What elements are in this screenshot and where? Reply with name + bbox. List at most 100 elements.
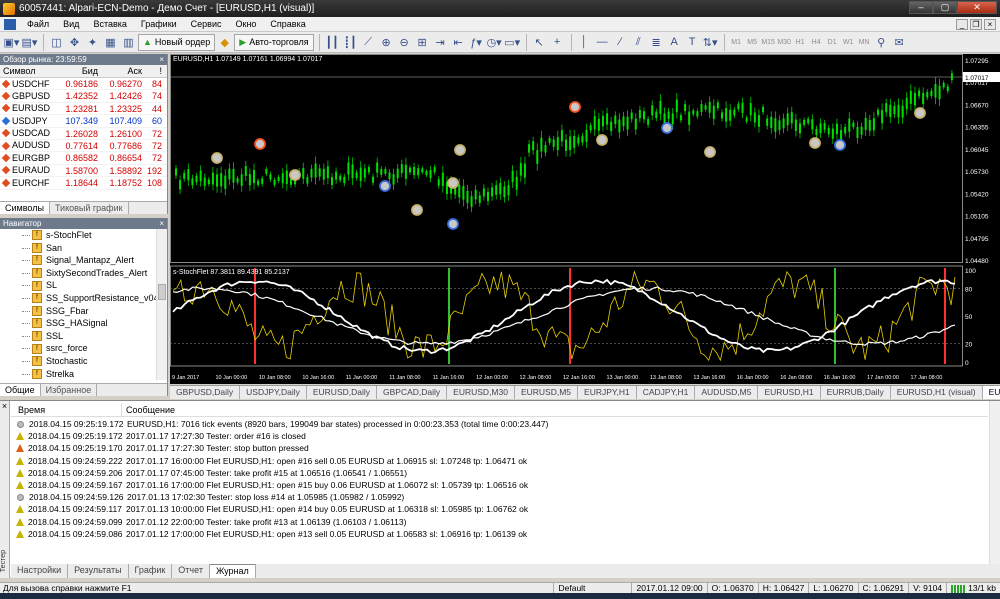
tab-graph[interactable]: График <box>129 564 173 578</box>
price-chart[interactable]: 1.07295 1.07017 1.06670 1.06355 1.06045 1.057… <box>170 54 1000 384</box>
chart-tab[interactable]: EURUSD,H1 (visual) <box>891 386 983 399</box>
chart-tab[interactable]: EURUSD,H1 <box>758 386 821 399</box>
timeframe-m5-button[interactable]: M5 <box>745 34 760 51</box>
chart-shift-icon[interactable]: ⇤ <box>450 34 467 51</box>
candlestick-icon[interactable]: ┋┃ <box>342 34 359 51</box>
metaeditor-icon[interactable]: ◆ <box>216 34 233 51</box>
market-watch-row[interactable]: EURUSD 1.23281 1.23325 44 <box>0 103 167 116</box>
chart-tab[interactable]: CADJPY,H1 <box>637 386 696 399</box>
close-icon[interactable]: × <box>159 54 164 65</box>
timeframe-h1-button[interactable]: H1 <box>793 34 808 51</box>
timeframe-w1-button[interactable]: W1 <box>841 34 856 51</box>
tab-report[interactable]: Отчет <box>172 564 210 578</box>
close-icon[interactable]: × <box>159 218 164 229</box>
navigator-scrollbar[interactable] <box>156 229 167 380</box>
menu-insert[interactable]: Вставка <box>86 17 133 32</box>
autoscroll-icon[interactable]: ⇥ <box>432 34 449 51</box>
timeframe-m15-button[interactable]: M15 <box>761 34 776 51</box>
navigator-icon[interactable]: ✦ <box>84 34 101 51</box>
navigator-item[interactable]: f Strelka <box>0 368 167 380</box>
line-chart-icon[interactable]: ⟋ <box>360 34 377 51</box>
indicators-icon[interactable]: ƒ▾ <box>468 34 485 51</box>
journal-row[interactable]: 2018.04.15 09:24:59.206 2017.01.17 07:45:… <box>11 467 988 479</box>
periods-icon[interactable]: ◷▾ <box>486 34 503 51</box>
terminal-icon[interactable]: ▦ <box>102 34 119 51</box>
journal-row[interactable]: 2018.04.15 09:25:19.170 2017.01.17 17:27:… <box>11 442 988 454</box>
market-watch-row[interactable]: GBPUSD 1.42352 1.42426 74 <box>0 90 167 103</box>
market-watch-row[interactable]: USDCAD 1.26028 1.26100 72 <box>0 128 167 140</box>
column-spread[interactable]: ! <box>142 65 162 77</box>
navigator-item[interactable]: f SixtySecondTrades_Alert <box>0 267 167 280</box>
mdi-restore-button[interactable]: ❐ <box>970 18 982 30</box>
mdi-minimize-button[interactable]: _ <box>956 18 968 30</box>
chart-tab[interactable]: EURUSD,Daily <box>307 386 378 399</box>
minimize-button[interactable]: – <box>909 1 933 14</box>
close-icon[interactable]: × <box>0 401 9 411</box>
templates-icon[interactable]: ▭▾ <box>504 34 521 51</box>
market-watch-row[interactable]: AUDUSD 0.77614 0.77686 72 <box>0 140 167 153</box>
equidistant-channel-icon[interactable]: ⫽ <box>630 34 647 51</box>
navigator-item[interactable]: f SSG_HASignal <box>0 317 167 330</box>
tab-tick-chart[interactable]: Тиковый график <box>50 202 129 214</box>
market-watch-row[interactable]: EURCHF 1.18644 1.18752 108 <box>0 177 167 190</box>
navigator-item[interactable]: f SL <box>0 279 167 292</box>
journal-row[interactable]: 2018.04.15 09:24:59.222 2017.01.17 16:00:… <box>11 455 988 467</box>
column-symbol[interactable]: Символ <box>0 65 58 77</box>
new-chart-icon[interactable]: ▣▾ <box>3 34 20 51</box>
vertical-line-icon[interactable]: │ <box>576 34 593 51</box>
journal-row[interactable]: 2018.04.15 09:24:59.126 2017.01.13 17:02:… <box>11 491 988 503</box>
timeframe-m30-button[interactable]: M30 <box>777 34 792 51</box>
timeframe-d1-button[interactable]: D1 <box>825 34 840 51</box>
zoom-out-icon[interactable]: ⊖ <box>396 34 413 51</box>
navigator-item[interactable]: f Signal_Mantapz_Alert <box>0 254 167 267</box>
journal-row[interactable]: 2018.04.15 09:25:19.172 EURUSD,H1: 7016 t… <box>11 418 988 430</box>
navigator-item[interactable]: f s-StochFlet <box>0 229 167 242</box>
menu-charts[interactable]: Графики <box>134 17 184 32</box>
tab-favorites[interactable]: Избранное <box>41 384 98 396</box>
tab-symbols[interactable]: Символы <box>0 202 50 214</box>
bar-chart-icon[interactable]: ┃┃ <box>324 34 341 51</box>
navigator-item[interactable]: f ssrc_force <box>0 342 167 355</box>
tab-journal[interactable]: Журнал <box>209 564 256 578</box>
menu-view[interactable]: Вид <box>56 17 86 32</box>
market-watch-row[interactable]: USDCHF 0.96186 0.96270 84 <box>0 78 167 91</box>
navigator-item[interactable]: f Stochastic <box>0 355 167 368</box>
journal-row[interactable]: 2018.04.15 09:24:59.167 2017.01.16 17:00:… <box>11 479 988 491</box>
autotrading-button[interactable]: ▶ Авто-торговля <box>234 33 314 51</box>
tab-results[interactable]: Результаты <box>68 564 129 578</box>
zoom-in-icon[interactable]: ⊕ <box>378 34 395 51</box>
mdi-close-button[interactable]: × <box>984 18 996 30</box>
journal-row[interactable]: 2018.04.15 09:24:59.086 2017.01.12 17:00:… <box>11 528 988 540</box>
search-icon[interactable]: ⚲ <box>873 34 890 51</box>
chart-tab[interactable]: USDJPY,Daily <box>240 386 307 399</box>
navigator-item[interactable]: f SSL <box>0 330 167 343</box>
chart-window[interactable]: 1.07295 1.07017 1.06670 1.06355 1.06045 1.057… <box>170 54 1000 384</box>
new-order-button[interactable]: ▲ Новый ордер <box>138 33 216 51</box>
navigator-item[interactable]: f San <box>0 242 167 255</box>
timeframe-h4-button[interactable]: H4 <box>809 34 824 51</box>
close-button[interactable]: ✕ <box>957 1 997 14</box>
chart-tab[interactable]: EURJPY,H1 <box>578 386 637 399</box>
market-watch-icon[interactable]: ◫ <box>48 34 65 51</box>
tester-icon[interactable]: ▥ <box>120 34 137 51</box>
chart-tab[interactable]: EURUS <box>982 386 1000 399</box>
journal-row[interactable]: 2018.04.15 09:25:19.172 2017.01.17 17:27:… <box>11 430 988 442</box>
menu-window[interactable]: Окно <box>229 17 264 32</box>
timeframe-mn-button[interactable]: MN <box>857 34 872 51</box>
text-label-icon[interactable]: T <box>684 34 701 51</box>
chart-tab[interactable]: EURUSD,M30 <box>447 386 515 399</box>
market-watch-row[interactable]: USDJPY 107.349 107.409 60 <box>0 115 167 128</box>
chart-tab[interactable]: GBPCAD,Daily <box>377 386 448 399</box>
column-bid[interactable]: Бид <box>58 65 98 77</box>
horizontal-line-icon[interactable]: — <box>594 34 611 51</box>
menu-tools[interactable]: Сервис <box>184 17 229 32</box>
text-icon[interactable]: A <box>666 34 683 51</box>
journal-row[interactable]: 2018.04.15 09:24:59.117 2017.01.13 10:00:… <box>11 503 988 515</box>
column-message[interactable]: Сообщение <box>122 403 175 416</box>
navigator-item[interactable]: f SSG_Fbar <box>0 305 167 318</box>
menu-help[interactable]: Справка <box>263 17 312 32</box>
chart-tab[interactable]: EURRUB,Daily <box>821 386 891 399</box>
fibonacci-icon[interactable]: ≣ <box>648 34 665 51</box>
chart-tab[interactable]: EURUSD,M5 <box>515 386 579 399</box>
column-ask[interactable]: Аск <box>98 65 142 77</box>
